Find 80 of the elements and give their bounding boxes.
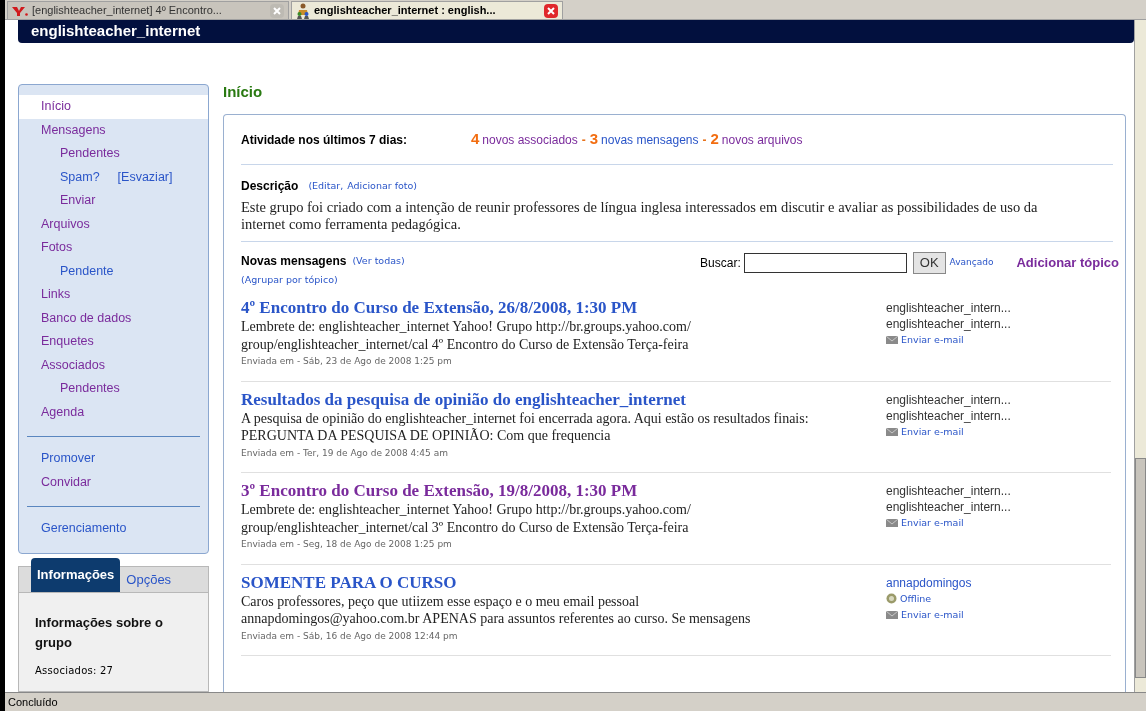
send-email-link[interactable]: Enviar e-mail — [901, 423, 964, 440]
sidebar-item[interactable]: Banco de dados — [19, 306, 208, 330]
browser-tab[interactable]: [englishteacher_internet] 4º Encontro... — [7, 1, 289, 19]
description-link[interactable]: (Editar, — [308, 178, 344, 194]
send-email-link[interactable]: Enviar e-mail — [901, 515, 964, 531]
group-header: englishteacher_internet — [18, 20, 1134, 43]
sidebar-item[interactable]: Promover — [19, 447, 208, 471]
sidebar-item[interactable]: Associados — [19, 353, 208, 377]
activity-link[interactable]: 2 novos arquivos — [710, 128, 803, 151]
add-topic-link[interactable]: Adicionar tópico — [1016, 253, 1119, 273]
search-label: Buscar: — [700, 255, 741, 272]
author-name: englishteacher_intern... — [886, 391, 1012, 408]
empty-spam-link[interactable]: [Esvaziar] — [117, 167, 173, 187]
browser-tab[interactable]: englishteacher_internet : english... — [291, 1, 563, 19]
author-name: englishteacher_intern... — [886, 407, 1012, 424]
sidebar-item[interactable]: Convidar — [19, 470, 208, 494]
message-date: Enviada em - Ter, 19 de Ago de 2008 4:45 am — [241, 446, 449, 460]
advanced-search-link[interactable]: Avançado — [949, 256, 994, 270]
sidebar-item[interactable]: Enviar — [19, 189, 208, 213]
close-tab-icon[interactable] — [270, 3, 284, 18]
scroll-thumb[interactable] — [1135, 458, 1146, 678]
info-tab[interactable]: Informações — [31, 557, 121, 592]
activity-link[interactable]: 4 novos associados — [471, 128, 578, 151]
author-name: englishteacher_intern... — [886, 499, 1012, 515]
sidebar-item[interactable]: Fotos — [19, 236, 208, 260]
message-preview: Caros professores, peço que utiizem esse espaço e o meu email pessoal annapdomingos@yahoo.com.br APENAS para assuntos referentes ao curso. Se mensagens — [241, 592, 752, 628]
sidebar-item[interactable]: Pendente — [19, 259, 208, 283]
message-preview: Lembrete de: englishteacher_internet Yahoo! Grupo http://br.groups.yahoo.com/ group/englishteacher_internet/cal 4º Encontro do Curso de Extensão Terça-feira — [241, 318, 692, 353]
close-tab-icon[interactable] — [544, 3, 558, 18]
sidebar-item[interactable]: Agenda — [19, 400, 208, 424]
info-tab[interactable]: Opções — [120, 567, 178, 592]
separator-text: - — [702, 131, 707, 149]
message-title-link[interactable]: SOMENTE PARA O CURSO — [241, 572, 866, 593]
status-bar: Concluído — [5, 692, 1146, 711]
description-label: Descrição — [241, 178, 299, 195]
yahoo-logo-icon — [12, 5, 28, 16]
sidebar-item[interactable]: Arquivos — [19, 212, 208, 236]
separator-text: - — [581, 131, 586, 149]
envelope-icon — [886, 610, 898, 619]
group-by-topic-link[interactable]: (Agrupar por tópico) — [241, 274, 338, 285]
send-email-link[interactable]: Enviar e-mail — [901, 332, 964, 348]
author-name[interactable]: annapdomingos — [886, 574, 1111, 591]
envelope-icon — [886, 519, 898, 527]
send-email-link[interactable]: Enviar e-mail — [901, 606, 964, 623]
author-name: englishteacher_intern... — [886, 300, 1012, 316]
offline-status-icon — [886, 593, 897, 604]
message-title-link[interactable]: 4º Encontro do Curso de Extensão, 26/8/2008, 1:30 PM — [241, 298, 866, 318]
view-all-link[interactable]: (Ver todas) — [352, 253, 405, 269]
message-title-link[interactable]: Resultados da pesquisa de opinião do englishteacher_internet — [241, 389, 866, 410]
sidebar-item[interactable]: Enquetes — [19, 330, 208, 354]
sidebar-item[interactable]: Pendentes — [19, 142, 208, 166]
message-date: Enviada em - Sáb, 23 de Ago de 2008 1:25 pm — [241, 355, 453, 368]
message-preview: A pesquisa de opinião do englishteacher_internet foi encerrada agora. Aqui estão os resultados finais: PERGUNTA DA PESQUISA DE OPINIÃO: Com que frequencia — [241, 409, 810, 445]
people-icon — [296, 2, 310, 19]
info-title: Informações sobre o grupo — [35, 613, 164, 652]
sidebar-item[interactable]: Mensagens — [19, 118, 208, 142]
ok-button[interactable]: OK — [912, 252, 946, 274]
new-messages-label: Novas mensagens — [241, 253, 347, 270]
message-preview: Lembrete de: englishteacher_internet Yahoo! Grupo http://br.groups.yahoo.com/ group/englishteacher_internet/cal 3º Encontro do Curso de Extensão Terça-feira — [241, 501, 692, 536]
message-title-link[interactable]: 3º Encontro do Curso de Extensão, 19/8/2008, 1:30 PM — [241, 481, 866, 501]
sidebar-item[interactable]: Links — [19, 283, 208, 307]
sidebar-item[interactable]: Spam? [Esvaziar] — [19, 165, 208, 189]
page-title: Início — [223, 82, 264, 102]
activity-label: Atividade nos últimos 7 dias: — [241, 131, 409, 149]
description-text: Este grupo foi criado com a intenção de reunir professores de língua inglesa interessados em discutir e avaliar as possibilidades de uso da internet como ferramenta pedagógica. — [241, 199, 1039, 233]
sidebar-item[interactable]: Gerenciamento — [19, 517, 208, 541]
author-name: englishteacher_intern... — [886, 316, 1012, 332]
author-name: englishteacher_intern... — [886, 483, 1012, 499]
sidebar-item[interactable]: Início — [19, 95, 208, 119]
search-field[interactable] — [743, 253, 907, 273]
presence-status: Offline — [900, 591, 932, 606]
sidebar-item[interactable]: Pendentes — [19, 377, 208, 401]
message-date: Enviada em - Sáb, 16 de Ago de 2008 12:44 pm — [241, 629, 459, 643]
description-link[interactable]: Adicionar foto) — [347, 178, 418, 194]
message-date: Enviada em - Seg, 18 de Ago de 2008 1:25 pm — [241, 538, 453, 551]
scrollbar[interactable] — [1134, 20, 1146, 692]
member-count: Associados: 27 — [35, 663, 115, 678]
envelope-icon — [886, 427, 898, 436]
envelope-icon — [886, 336, 898, 344]
activity-link[interactable]: 3 novas mensagens — [589, 128, 699, 151]
